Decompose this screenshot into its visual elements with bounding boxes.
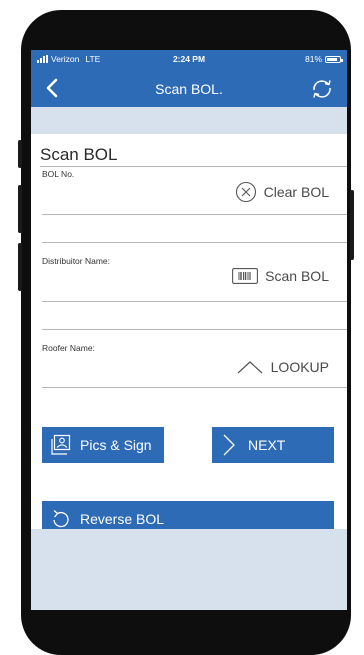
- photos-icon: [51, 434, 71, 455]
- bol-no-input[interactable]: [42, 214, 347, 215]
- chevron-up-icon: [237, 361, 263, 374]
- scan-bol-button[interactable]: Scan BOL: [232, 268, 329, 284]
- app-screen: Verizon LTE 2:24 PM 81% Scan BOL. Scan B…: [31, 50, 347, 610]
- distributor-input[interactable]: [42, 301, 347, 302]
- roofer-label: Roofer Name:: [42, 343, 95, 353]
- barcode-icon: [232, 268, 259, 284]
- phone-volume-down: [18, 243, 22, 291]
- pics-sign-label: Pics & Sign: [80, 437, 152, 453]
- clear-bol-label: Clear BOL: [263, 184, 329, 200]
- lookup-button[interactable]: LOOKUP: [236, 359, 329, 375]
- pics-sign-button[interactable]: Pics & Sign: [42, 427, 164, 463]
- section-divider: [40, 166, 347, 167]
- form-area: Scan BOL BOL No. Clear BOL Distribuitor …: [31, 107, 347, 537]
- reverse-bol-label: Reverse BOL: [80, 511, 165, 527]
- header-strip: [31, 107, 347, 134]
- section-title: Scan BOL: [40, 145, 118, 164]
- bol-no-label: BOL No.: [42, 169, 75, 179]
- page-title: Scan BOL.: [155, 81, 223, 97]
- clear-bol-button[interactable]: Clear BOL: [235, 181, 329, 203]
- scan-bol-label: Scan BOL: [265, 268, 329, 284]
- field-divider: [42, 242, 347, 243]
- sync-button[interactable]: [309, 76, 335, 102]
- field-divider: [42, 329, 347, 330]
- nav-bar: Scan BOL.: [31, 70, 347, 107]
- top-bar: Verizon LTE 2:24 PM 81% Scan BOL.: [31, 50, 347, 107]
- chevron-right-icon: [223, 434, 235, 456]
- circle-x-icon: [235, 181, 256, 203]
- battery-icon: [325, 55, 343, 63]
- roofer-input[interactable]: [42, 387, 347, 388]
- phone-side-button: [18, 140, 22, 168]
- next-button[interactable]: NEXT: [212, 427, 334, 463]
- battery-group: 81%: [304, 54, 343, 64]
- distributor-label: Distribuitor Name:: [42, 256, 111, 266]
- lookup-label: LOOKUP: [270, 359, 329, 375]
- next-label: NEXT: [248, 437, 286, 453]
- phone-volume-up: [18, 185, 22, 233]
- bottom-area: [31, 529, 347, 610]
- battery-percent: 81%: [304, 54, 322, 64]
- status-bar: Verizon LTE 2:24 PM 81%: [31, 54, 347, 68]
- sync-icon: [313, 80, 331, 98]
- status-time: 2:24 PM: [172, 54, 206, 64]
- spacer-box: [164, 427, 212, 463]
- phone-power-button: [350, 190, 354, 260]
- reverse-icon: [53, 510, 69, 528]
